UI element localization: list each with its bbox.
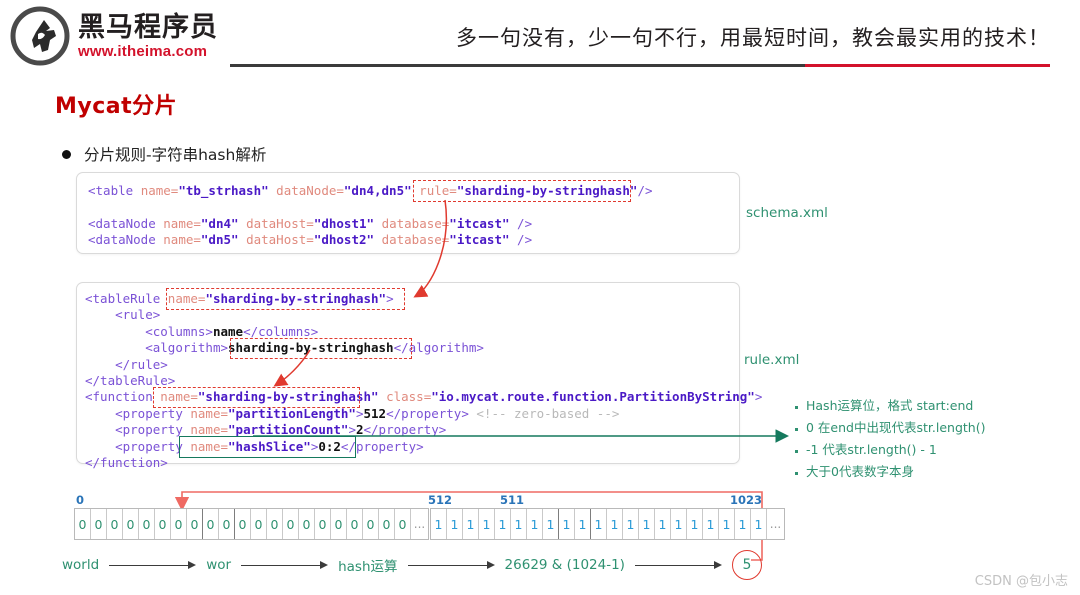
note-label: 大于0代表数字本身 — [806, 464, 914, 479]
section-bullet: 分片规则-字符串hash解析 — [62, 143, 266, 165]
header-divider-accent — [805, 64, 1050, 67]
bit-cell: 1 — [479, 509, 495, 539]
bit-cell: 1 — [607, 509, 623, 539]
csdn-watermark: CSDN @包小志 — [974, 574, 1068, 589]
bit-cell: 1 — [543, 509, 559, 539]
header-slogan: 多一句没有，少一句不行，用最短时间，教会最实用的技术！ — [456, 26, 1050, 50]
note-item: 0 在end中出现代表str.length() — [795, 420, 1075, 435]
note-label: Hash运算位，格式 start:end — [806, 398, 974, 413]
bit-cell: 0 — [331, 509, 347, 539]
note-item: 大于0代表数字本身 — [795, 464, 1075, 479]
horse-logo-icon — [10, 6, 70, 66]
flow-node-slice: wor — [206, 557, 232, 573]
flow-node-modulo: 26629 & (1024-1) — [504, 557, 625, 573]
bit-cell: 0 — [155, 509, 171, 539]
bit-cell: 0 — [315, 509, 331, 539]
slide-root: 黑马程序员 www.itheima.com 多一句没有，少一句不行，用最短时间，… — [0, 0, 1080, 595]
bit-cell: 0 — [91, 509, 107, 539]
bit-cell: 1 — [671, 509, 687, 539]
bit-cell: 1 — [511, 509, 527, 539]
schema-xml-file-label: schema.xml — [746, 205, 828, 221]
flow-arrow-icon — [634, 559, 723, 571]
bit-cell: 0 — [123, 509, 139, 539]
bit-array-right: 1 1 1 1 1 1 1 1 1 1 1 1 1 1 1 1 1 1 1 1 1... — [430, 508, 785, 540]
flow-node-hash: hash运算 — [338, 559, 398, 575]
flow-arrow-icon — [109, 559, 197, 571]
bit-cell: 0 — [347, 509, 363, 539]
bit-cell: 1 — [447, 509, 463, 539]
note-label: 0 在end中出现代表str.length() — [806, 420, 986, 435]
rule-xml-file-label: rule.xml — [744, 352, 800, 368]
bit-cell: 1 — [703, 509, 719, 539]
bit-cell: 1 — [655, 509, 671, 539]
note-bullet-icon — [795, 472, 798, 475]
bit-cell: 0 — [75, 509, 91, 539]
schema-xml-code: <table name="tb_strhash" dataNode="dn4,d… — [88, 183, 653, 248]
note-item: Hash运算位，格式 start:end — [795, 398, 1075, 413]
flow-node-input: world — [62, 557, 100, 573]
bit-cell: 0 — [187, 509, 203, 539]
bit-cell: 1 — [559, 509, 575, 539]
bit-cell: 0 — [363, 509, 379, 539]
bit-cell: 1 — [719, 509, 735, 539]
bit-cell: 1 — [431, 509, 447, 539]
flow-result-label: 5 — [742, 557, 752, 573]
brand-text: 黑马程序员 www.itheima.com — [78, 14, 218, 59]
note-item: -1 代表str.length() - 1 — [795, 442, 1075, 457]
schema-xml-code-box: <table name="tb_strhash" dataNode="dn4,d… — [76, 172, 740, 254]
bit-cell: 0 — [107, 509, 123, 539]
bit-range-left-start: 0 — [76, 493, 85, 507]
bit-cell: 1 — [495, 509, 511, 539]
flow-arrow-icon — [407, 559, 495, 571]
page-title: Mycat分片 — [55, 94, 178, 119]
note-bullet-icon — [795, 428, 798, 431]
bit-cell-ellipsis: ... — [413, 517, 426, 531]
bit-cell: 1 — [591, 509, 607, 539]
bit-range-left-end: 511 — [500, 493, 525, 507]
hash-flow: world wor hash运算 26629 & (1024-1) 5 — [62, 550, 762, 580]
bit-range-right-start: 512 — [428, 493, 453, 507]
bit-cell: 1 — [575, 509, 591, 539]
brand-url: www.itheima.com — [78, 42, 208, 60]
bit-cell: 1 — [687, 509, 703, 539]
bit-cell-ellipsis: ... — [769, 517, 782, 531]
bit-cell: 0 — [379, 509, 395, 539]
bit-cell: 0 — [219, 509, 235, 539]
flow-arrow-icon — [241, 559, 329, 571]
note-bullet-icon — [795, 450, 798, 453]
brand-logo: 黑马程序员 www.itheima.com — [10, 6, 218, 66]
bullet-dot-icon — [62, 149, 71, 159]
bit-cell: 1 — [463, 509, 479, 539]
bit-array-left: 0 0 0 0 0 0 0 0 0 0 0 0 0 0 0 0 0 0 0 0 0... — [74, 508, 429, 540]
bit-cell: 1 — [639, 509, 655, 539]
note-label: -1 代表str.length() - 1 — [806, 442, 937, 457]
bit-range-right-end: 1023 — [730, 493, 763, 507]
bit-cell: 1 — [527, 509, 543, 539]
bit-cell: 1 — [751, 509, 767, 539]
bit-cell: 0 — [267, 509, 283, 539]
bit-cell: 0 — [395, 509, 411, 539]
flow-result: 5 — [731, 550, 762, 580]
hashslice-notes: Hash运算位，格式 start:end 0 在end中出现代表str.leng… — [795, 398, 1075, 486]
bit-cell: 1 — [623, 509, 639, 539]
bit-cell: 0 — [235, 509, 251, 539]
rule-xml-code-box: <tableRule name="sharding-by-stringhash"… — [76, 282, 762, 470]
bit-cell: 0 — [139, 509, 155, 539]
note-bullet-icon — [795, 406, 798, 409]
section-bullet-label: 分片规则-字符串hash解析 — [84, 146, 267, 164]
bit-cell: 0 — [251, 509, 267, 539]
brand-name-cn: 黑马程序员 — [78, 11, 218, 43]
rule-xml-code: <tableRule name="sharding-by-stringhash"… — [85, 291, 763, 471]
bit-cell: 0 — [283, 509, 299, 539]
bit-cell: 0 — [299, 509, 315, 539]
bit-cell: 0 — [203, 509, 219, 539]
bit-cell: 1 — [735, 509, 751, 539]
slide-header: 黑马程序员 www.itheima.com 多一句没有，少一句不行，用最短时间，… — [0, 0, 1080, 72]
bit-cell: 0 — [171, 509, 187, 539]
